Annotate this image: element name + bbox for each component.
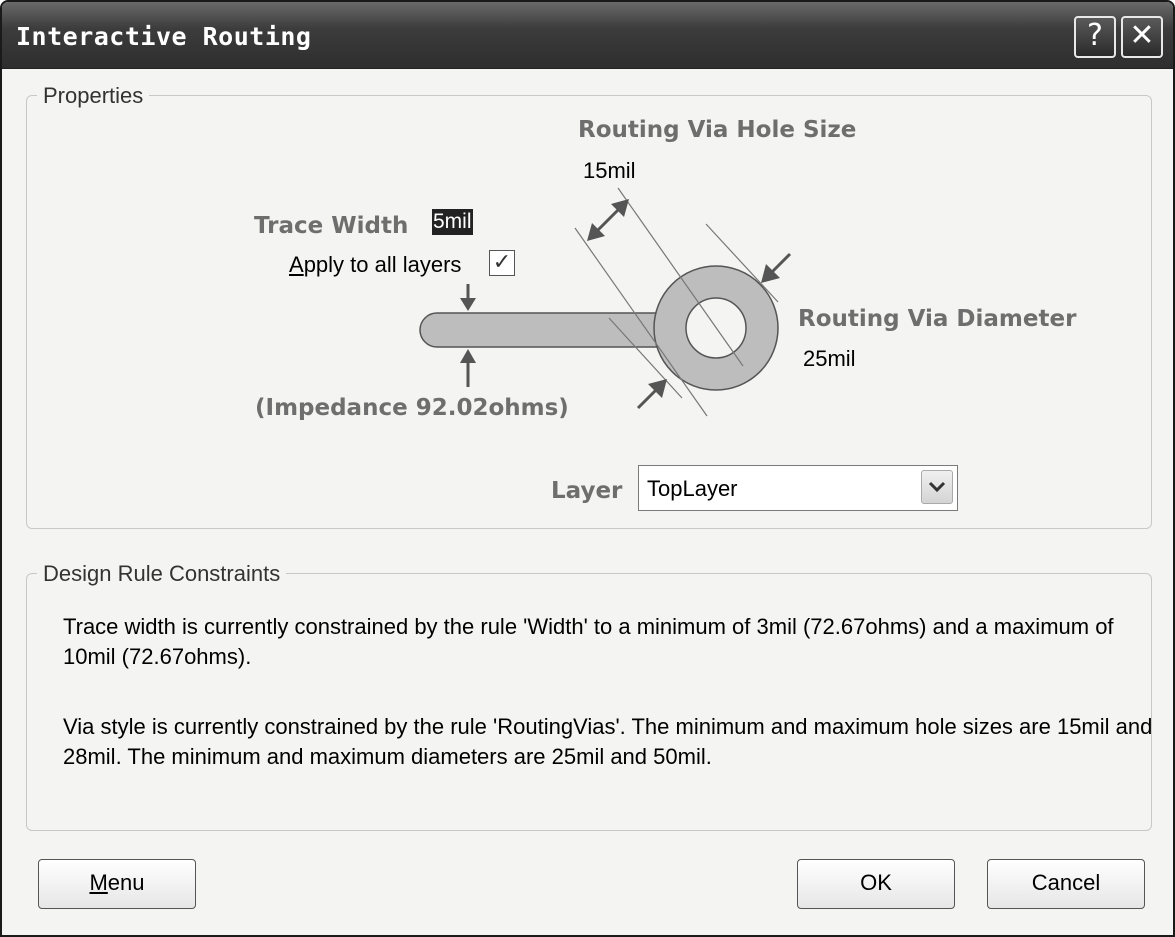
via-diameter-value[interactable]: 25mil: [803, 346, 856, 372]
trace-width-input[interactable]: 5mil: [432, 209, 473, 235]
trace-width-arrow-top: [460, 284, 476, 311]
apply-all-layers-checkbox[interactable]: ✓: [489, 250, 515, 276]
layer-label: Layer: [551, 478, 623, 504]
ok-button[interactable]: OK: [797, 859, 955, 909]
chevron-down-icon: [928, 481, 946, 493]
drc-legend: Design Rule Constraints: [37, 561, 287, 587]
impedance-label: (Impedance 92.02ohms): [255, 395, 569, 421]
diameter-arrow-bottom: [636, 379, 667, 410]
checkmark-icon: ✓: [492, 249, 512, 274]
trace-constraint-text: Trace width is currently constrained by …: [63, 614, 1114, 669]
via-hole-size-value[interactable]: 15mil: [583, 158, 636, 184]
via-hole-size-label: Routing Via Hole Size: [578, 117, 857, 143]
design-rule-constraints-group: Design Rule Constraints Trace width is c…: [26, 561, 1153, 831]
cancel-button[interactable]: Cancel: [987, 859, 1145, 909]
trace-width-arrow-bottom: [460, 349, 476, 387]
hole-size-arrow: [587, 199, 629, 241]
trace-shape: [419, 312, 683, 348]
dropdown-button[interactable]: [921, 470, 953, 504]
diameter-arrow-top: [761, 252, 792, 283]
interactive-routing-dialog: Interactive Routing ? ✕ Properties Routi…: [0, 0, 1175, 937]
via-diameter-label: Routing Via Diameter: [798, 306, 1077, 332]
trace-width-label: Trace Width: [254, 213, 409, 239]
menu-button[interactable]: Menu: [38, 859, 196, 909]
via-constraint-text: Via style is currently constrained by th…: [63, 714, 1153, 769]
layer-select[interactable]: TopLayer: [638, 465, 958, 511]
apply-all-layers-label[interactable]: Apply to all layers: [289, 252, 461, 278]
layer-select-value: TopLayer: [647, 476, 738, 501]
